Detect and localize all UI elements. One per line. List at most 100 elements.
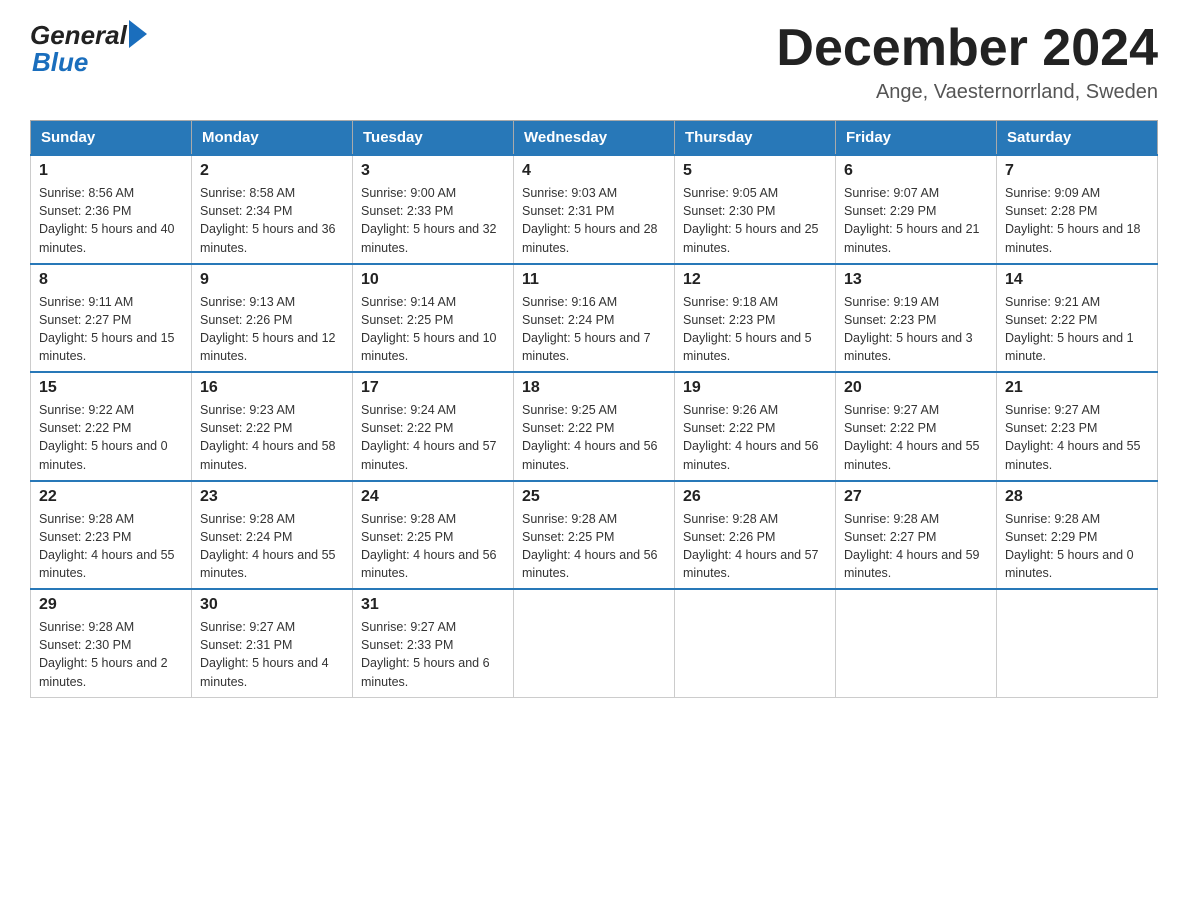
day-number: 2 — [200, 162, 344, 180]
calendar-header-sunday: Sunday — [31, 121, 192, 156]
day-info: Sunrise: 9:07 AMSunset: 2:29 PMDaylight:… — [844, 184, 988, 257]
calendar-day-cell: 17Sunrise: 9:24 AMSunset: 2:22 PMDayligh… — [353, 372, 514, 481]
day-info: Sunrise: 9:26 AMSunset: 2:22 PMDaylight:… — [683, 401, 827, 474]
day-info: Sunrise: 9:21 AMSunset: 2:22 PMDaylight:… — [1005, 293, 1149, 366]
day-info: Sunrise: 9:28 AMSunset: 2:25 PMDaylight:… — [361, 510, 505, 583]
day-number: 26 — [683, 488, 827, 506]
month-title: December 2024 — [776, 20, 1158, 77]
day-number: 15 — [39, 379, 183, 397]
empty-cell — [997, 589, 1158, 697]
calendar-day-cell: 20 Sunrise: 9:27 AMSunset: 2:22 PMDayligh… — [836, 372, 997, 481]
calendar-day-cell: 9 Sunrise: 9:13 AMSunset: 2:26 PMDaylight… — [192, 264, 353, 373]
day-number: 5 — [683, 162, 827, 180]
calendar-day-cell: 1Sunrise: 8:56 AMSunset: 2:36 PMDaylight… — [31, 155, 192, 264]
calendar-header-thursday: Thursday — [675, 121, 836, 156]
calendar-day-cell: 8Sunrise: 9:11 AMSunset: 2:27 PMDaylight… — [31, 264, 192, 373]
calendar-week-row: 29Sunrise: 9:28 AMSunset: 2:30 PMDayligh… — [31, 589, 1158, 697]
day-info: Sunrise: 9:09 AMSunset: 2:28 PMDaylight:… — [1005, 184, 1149, 257]
calendar-day-cell: 21 Sunrise: 9:27 AMSunset: 2:23 PMDayligh… — [997, 372, 1158, 481]
empty-cell — [514, 589, 675, 697]
day-number: 14 — [1005, 271, 1149, 289]
day-info: Sunrise: 9:28 AMSunset: 2:23 PMDaylight:… — [39, 510, 183, 583]
calendar-header-row: SundayMondayTuesdayWednesdayThursdayFrid… — [31, 121, 1158, 156]
day-info: Sunrise: 8:58 AMSunset: 2:34 PMDaylight:… — [200, 184, 344, 257]
day-number: 28 — [1005, 488, 1149, 506]
day-number: 21 — [1005, 379, 1149, 397]
day-number: 10 — [361, 271, 505, 289]
day-info: Sunrise: 9:27 AMSunset: 2:23 PMDaylight:… — [1005, 401, 1149, 474]
day-number: 4 — [522, 162, 666, 180]
calendar-day-cell: 18 Sunrise: 9:25 AMSunset: 2:22 PMDayligh… — [514, 372, 675, 481]
page-header: General Blue December 2024 Ange, Vaester… — [30, 20, 1158, 104]
calendar-day-cell: 23Sunrise: 9:28 AMSunset: 2:24 PMDayligh… — [192, 481, 353, 590]
calendar-day-cell: 14 Sunrise: 9:21 AMSunset: 2:22 PMDayligh… — [997, 264, 1158, 373]
calendar-day-cell: 6 Sunrise: 9:07 AMSunset: 2:29 PMDaylight… — [836, 155, 997, 264]
day-info: Sunrise: 9:28 AMSunset: 2:27 PMDaylight:… — [844, 510, 988, 583]
day-info: Sunrise: 9:16 AMSunset: 2:24 PMDaylight:… — [522, 293, 666, 366]
empty-cell — [675, 589, 836, 697]
calendar-day-cell: 27 Sunrise: 9:28 AMSunset: 2:27 PMDayligh… — [836, 481, 997, 590]
day-number: 16 — [200, 379, 344, 397]
calendar-week-row: 1Sunrise: 8:56 AMSunset: 2:36 PMDaylight… — [31, 155, 1158, 264]
day-info: Sunrise: 9:14 AMSunset: 2:25 PMDaylight:… — [361, 293, 505, 366]
calendar-day-cell: 25 Sunrise: 9:28 AMSunset: 2:25 PMDayligh… — [514, 481, 675, 590]
day-number: 3 — [361, 162, 505, 180]
day-number: 29 — [39, 596, 183, 614]
day-number: 19 — [683, 379, 827, 397]
day-number: 7 — [1005, 162, 1149, 180]
calendar-day-cell: 12 Sunrise: 9:18 AMSunset: 2:23 PMDayligh… — [675, 264, 836, 373]
calendar-week-row: 8Sunrise: 9:11 AMSunset: 2:27 PMDaylight… — [31, 264, 1158, 373]
logo: General Blue — [30, 20, 147, 78]
day-number: 12 — [683, 271, 827, 289]
day-info: Sunrise: 9:22 AMSunset: 2:22 PMDaylight:… — [39, 401, 183, 474]
logo-blue-text: Blue — [32, 47, 88, 78]
calendar-day-cell: 31 Sunrise: 9:27 AMSunset: 2:33 PMDayligh… — [353, 589, 514, 697]
calendar-day-cell: 19 Sunrise: 9:26 AMSunset: 2:22 PMDayligh… — [675, 372, 836, 481]
day-number: 11 — [522, 271, 666, 289]
day-number: 30 — [200, 596, 344, 614]
day-info: Sunrise: 9:28 AMSunset: 2:29 PMDaylight:… — [1005, 510, 1149, 583]
title-area: December 2024 Ange, Vaesternorrland, Swe… — [776, 20, 1158, 104]
day-number: 8 — [39, 271, 183, 289]
calendar-day-cell: 29Sunrise: 9:28 AMSunset: 2:30 PMDayligh… — [31, 589, 192, 697]
day-number: 22 — [39, 488, 183, 506]
calendar-day-cell: 10 Sunrise: 9:14 AMSunset: 2:25 PMDayligh… — [353, 264, 514, 373]
day-number: 9 — [200, 271, 344, 289]
day-info: Sunrise: 9:18 AMSunset: 2:23 PMDaylight:… — [683, 293, 827, 366]
day-info: Sunrise: 9:27 AMSunset: 2:33 PMDaylight:… — [361, 618, 505, 691]
calendar-day-cell: 7 Sunrise: 9:09 AMSunset: 2:28 PMDaylight… — [997, 155, 1158, 264]
calendar-table: SundayMondayTuesdayWednesdayThursdayFrid… — [30, 120, 1158, 698]
calendar-day-cell: 30Sunrise: 9:27 AMSunset: 2:31 PMDayligh… — [192, 589, 353, 697]
calendar-week-row: 22 Sunrise: 9:28 AMSunset: 2:23 PMDayligh… — [31, 481, 1158, 590]
day-info: Sunrise: 9:28 AMSunset: 2:25 PMDaylight:… — [522, 510, 666, 583]
calendar-day-cell: 28 Sunrise: 9:28 AMSunset: 2:29 PMDayligh… — [997, 481, 1158, 590]
day-number: 13 — [844, 271, 988, 289]
calendar-day-cell: 16Sunrise: 9:23 AMSunset: 2:22 PMDayligh… — [192, 372, 353, 481]
calendar-day-cell: 15 Sunrise: 9:22 AMSunset: 2:22 PMDayligh… — [31, 372, 192, 481]
day-info: Sunrise: 9:28 AMSunset: 2:26 PMDaylight:… — [683, 510, 827, 583]
day-info: Sunrise: 9:13 AMSunset: 2:26 PMDaylight:… — [200, 293, 344, 366]
day-info: Sunrise: 9:19 AMSunset: 2:23 PMDaylight:… — [844, 293, 988, 366]
day-number: 18 — [522, 379, 666, 397]
day-info: Sunrise: 9:24 AMSunset: 2:22 PMDaylight:… — [361, 401, 505, 474]
calendar-day-cell: 22 Sunrise: 9:28 AMSunset: 2:23 PMDayligh… — [31, 481, 192, 590]
day-info: Sunrise: 9:05 AMSunset: 2:30 PMDaylight:… — [683, 184, 827, 257]
calendar-week-row: 15 Sunrise: 9:22 AMSunset: 2:22 PMDayligh… — [31, 372, 1158, 481]
day-number: 25 — [522, 488, 666, 506]
empty-cell — [836, 589, 997, 697]
day-info: Sunrise: 9:25 AMSunset: 2:22 PMDaylight:… — [522, 401, 666, 474]
calendar-header-monday: Monday — [192, 121, 353, 156]
day-info: Sunrise: 9:27 AMSunset: 2:22 PMDaylight:… — [844, 401, 988, 474]
day-number: 31 — [361, 596, 505, 614]
day-number: 20 — [844, 379, 988, 397]
calendar-header-tuesday: Tuesday — [353, 121, 514, 156]
logo-arrow-icon — [129, 20, 147, 48]
day-number: 6 — [844, 162, 988, 180]
day-number: 27 — [844, 488, 988, 506]
calendar-day-cell: 3Sunrise: 9:00 AMSunset: 2:33 PMDaylight… — [353, 155, 514, 264]
calendar-day-cell: 13 Sunrise: 9:19 AMSunset: 2:23 PMDayligh… — [836, 264, 997, 373]
calendar-day-cell: 11 Sunrise: 9:16 AMSunset: 2:24 PMDayligh… — [514, 264, 675, 373]
calendar-header-saturday: Saturday — [997, 121, 1158, 156]
day-number: 24 — [361, 488, 505, 506]
calendar-day-cell: 4Sunrise: 9:03 AMSunset: 2:31 PMDaylight… — [514, 155, 675, 264]
